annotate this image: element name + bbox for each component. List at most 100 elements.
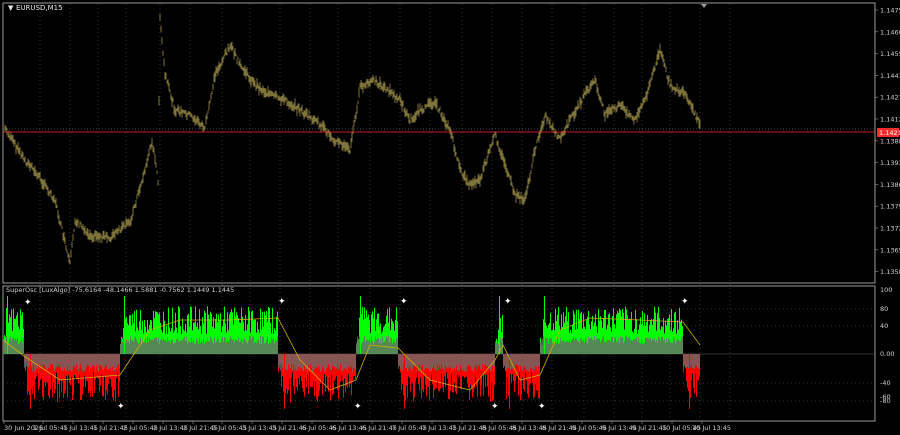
osc-area bbox=[463, 354, 464, 370]
osc-area bbox=[184, 336, 185, 354]
shift-marker-icon[interactable] bbox=[701, 4, 707, 8]
osc-area bbox=[123, 338, 124, 354]
signal-marker-icon: ✦ bbox=[491, 402, 499, 412]
osc-area bbox=[51, 354, 52, 365]
osc-spike bbox=[7, 296, 8, 354]
osc-area bbox=[599, 338, 600, 354]
osc-area bbox=[323, 354, 324, 369]
osc-area bbox=[415, 354, 416, 366]
osc-area bbox=[542, 338, 543, 354]
osc-area bbox=[652, 339, 653, 354]
osc-area bbox=[471, 354, 472, 371]
osc-area bbox=[216, 341, 217, 354]
osc-area bbox=[148, 341, 149, 354]
osc-area bbox=[162, 340, 163, 354]
osc-area bbox=[429, 354, 430, 372]
osc-area bbox=[524, 354, 525, 367]
osc-area bbox=[380, 339, 381, 354]
osc-area bbox=[660, 340, 661, 354]
osc-area bbox=[308, 354, 309, 366]
osc-area bbox=[112, 354, 113, 367]
osc-area bbox=[620, 336, 621, 354]
osc-area bbox=[43, 354, 44, 365]
osc-area bbox=[659, 337, 660, 354]
osc-area bbox=[442, 354, 443, 369]
osc-area bbox=[186, 336, 187, 354]
osc-area bbox=[177, 338, 178, 354]
osc-area bbox=[75, 354, 76, 368]
osc-area bbox=[420, 354, 421, 372]
osc-area bbox=[173, 343, 174, 354]
symbol-label[interactable]: ▼ EURUSD,M15 bbox=[8, 4, 63, 12]
osc-spike bbox=[30, 354, 31, 409]
osc-area bbox=[446, 354, 447, 368]
osc-area bbox=[3, 339, 4, 354]
osc-area bbox=[452, 354, 453, 369]
osc-area bbox=[169, 340, 170, 354]
osc-area bbox=[474, 354, 475, 368]
osc-area bbox=[289, 354, 290, 369]
osc-area bbox=[517, 354, 518, 365]
osc-area bbox=[424, 354, 425, 370]
osc-area bbox=[358, 340, 359, 354]
dropdown-arrow-icon[interactable]: ▼ bbox=[8, 4, 14, 12]
osc-area bbox=[688, 354, 689, 368]
osc-area bbox=[121, 338, 122, 354]
osc-area bbox=[192, 342, 193, 354]
osc-area bbox=[422, 354, 423, 365]
osc-area bbox=[89, 354, 90, 372]
osc-area bbox=[279, 354, 280, 365]
osc-area bbox=[673, 337, 674, 354]
osc-area bbox=[55, 354, 56, 369]
price-tick-label: 1.13880 bbox=[880, 137, 900, 145]
osc-area bbox=[239, 342, 240, 354]
signal-marker-icon: ✦ bbox=[400, 297, 408, 307]
chart-canvas[interactable]: ▼ EURUSD,M15 1.14750 1.14600 1.14555 1.1441… bbox=[0, 0, 900, 435]
osc-area bbox=[212, 342, 213, 354]
current-price-tag: 1.14211 bbox=[877, 128, 900, 137]
osc-area bbox=[355, 354, 356, 371]
osc-area bbox=[241, 337, 242, 354]
osc-area bbox=[9, 339, 10, 354]
osc-area bbox=[655, 342, 656, 354]
osc-area bbox=[681, 337, 682, 354]
osc-area bbox=[208, 341, 209, 354]
osc-area bbox=[88, 354, 89, 366]
osc-area bbox=[515, 354, 516, 365]
osc-area bbox=[144, 342, 145, 354]
osc-area bbox=[322, 354, 323, 367]
osc-area bbox=[480, 354, 481, 370]
osc-area bbox=[491, 354, 492, 372]
osc-area bbox=[503, 354, 504, 369]
osc-area bbox=[231, 338, 232, 354]
osc-area bbox=[247, 343, 248, 354]
osc-area bbox=[267, 336, 268, 354]
osc-area bbox=[291, 354, 292, 365]
osc-area bbox=[109, 354, 110, 370]
signal-marker-icon: ✦ bbox=[117, 402, 125, 412]
osc-area bbox=[698, 354, 699, 368]
osc-area bbox=[477, 354, 478, 367]
osc-area bbox=[328, 354, 329, 365]
osc-area bbox=[70, 354, 71, 371]
osc-area bbox=[122, 342, 123, 354]
osc-area bbox=[309, 354, 310, 372]
osc-area bbox=[388, 336, 389, 354]
osc-area bbox=[330, 354, 331, 371]
osc-area bbox=[244, 338, 245, 354]
osc-area bbox=[74, 354, 75, 368]
osc-area bbox=[449, 354, 450, 367]
osc-area bbox=[108, 354, 109, 370]
osc-area bbox=[460, 354, 461, 365]
osc-area bbox=[419, 354, 420, 366]
osc-area bbox=[645, 337, 646, 354]
osc-area bbox=[223, 342, 224, 354]
osc-area bbox=[325, 354, 326, 372]
osc-area bbox=[609, 340, 610, 354]
osc-area bbox=[427, 354, 428, 368]
osc-area bbox=[472, 354, 473, 371]
osc-area bbox=[273, 337, 274, 354]
osc-area bbox=[635, 339, 636, 354]
osc-area bbox=[563, 340, 564, 354]
osc-area bbox=[693, 354, 694, 368]
